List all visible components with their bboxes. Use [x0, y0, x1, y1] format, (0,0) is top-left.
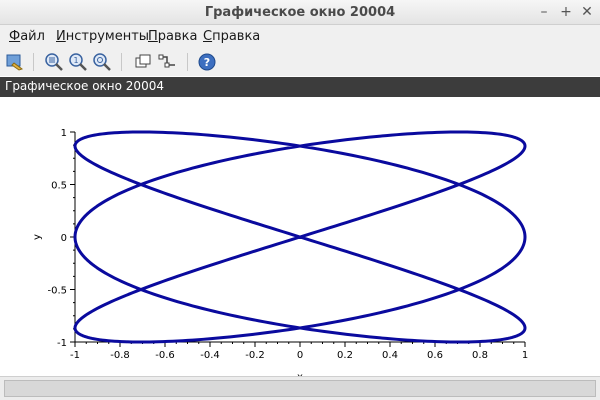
minimize-button[interactable]: –	[536, 3, 552, 21]
menu-edit[interactable]: Правка	[148, 29, 197, 44]
zoom-area-icon[interactable]	[44, 52, 64, 72]
y-tick-label: 0	[61, 233, 67, 244]
x-tick-label: 1	[522, 350, 528, 361]
x-tick-label: 0	[297, 350, 303, 361]
menu-help[interactable]: Справка	[203, 29, 260, 44]
rotate-3d-icon[interactable]	[133, 52, 153, 72]
close-button[interactable]: ✕	[579, 3, 595, 21]
x-tick-label: -0.2	[245, 350, 265, 361]
svg-text:?: ?	[204, 56, 210, 69]
y-tick-label: 0.5	[51, 181, 67, 192]
x-tick-label: 0.8	[472, 350, 488, 361]
svg-text:1: 1	[73, 56, 78, 65]
y-tick-label: -0.5	[47, 286, 67, 297]
y-tick-label: -1	[57, 338, 67, 349]
toolbar-separator	[121, 53, 122, 71]
plot-area[interactable]: -1 -0.8 -0.6 -0.4 -0.2 0 0.2 0.4 0.6 0.8 1 -1 -0.5 0 0…	[0, 97, 600, 383]
window-title: Графическое окно 20004	[204, 5, 396, 20]
x-tick-label: 0.6	[427, 350, 443, 361]
x-tick-label: -0.6	[155, 350, 175, 361]
toolbar-separator	[33, 53, 34, 71]
x-tick-label: -0.8	[110, 350, 130, 361]
y-tick-label: 1	[61, 128, 67, 139]
x-tick-label: 0.2	[337, 350, 353, 361]
toolbar: 1 ?	[0, 48, 600, 76]
toolbar-separator	[187, 53, 188, 71]
zoom-magnify-icon[interactable]	[92, 52, 112, 72]
status-field	[4, 380, 596, 397]
figure-settings-icon[interactable]	[5, 52, 25, 72]
datatip-icon[interactable]	[158, 52, 178, 72]
x-tick-label: -1	[70, 350, 80, 361]
menu-file[interactable]: Файл	[9, 29, 45, 44]
help-icon[interactable]: ?	[197, 52, 217, 72]
menu-tools[interactable]: Инструменты	[56, 29, 149, 44]
status-bar	[0, 376, 600, 400]
zoom-reset-icon[interactable]: 1	[68, 52, 88, 72]
x-tick-label: 0.4	[382, 350, 398, 361]
x-tick-label: -0.4	[200, 350, 220, 361]
menu-bar: Файл Инструменты Правка Справка	[0, 25, 600, 48]
series-line	[73, 130, 527, 344]
figure-label: Графическое окно 20004	[0, 77, 600, 97]
maximize-button[interactable]: +	[558, 3, 574, 21]
chart[interactable]: -1 -0.8 -0.6 -0.4 -0.2 0 0.2 0.4 0.6 0.8 1 -1 -0.5 0 0…	[0, 97, 600, 383]
y-axis-label: y	[32, 234, 43, 240]
title-bar: Графическое окно 20004 – + ✕	[0, 0, 600, 25]
